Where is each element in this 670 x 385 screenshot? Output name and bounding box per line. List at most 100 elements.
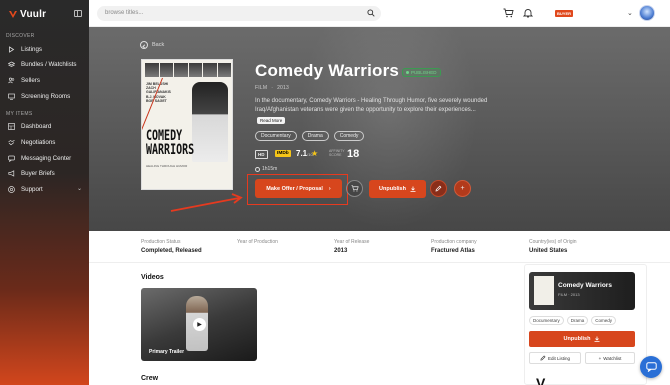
- runtime-value: 1h15m: [262, 166, 278, 172]
- read-more-button[interactable]: Read More: [257, 117, 286, 124]
- pencil-icon: [540, 355, 546, 361]
- video-card[interactable]: ▶ Primary Trailer: [141, 288, 257, 361]
- crew-heading: Crew: [141, 375, 159, 382]
- pencil-icon: [435, 185, 442, 192]
- chevron-right-icon: ›: [328, 185, 331, 192]
- star-icon: ★: [311, 149, 319, 158]
- sidebar-item-support[interactable]: Support ⌄: [8, 184, 84, 194]
- sidebar-item-label: Messaging Center: [21, 154, 72, 162]
- add-button[interactable]: +: [454, 180, 471, 197]
- title-hero: Back JIM BELUSHI ZACH GALIFIANAKIS B.J. …: [89, 27, 670, 231]
- info-value: United States: [529, 248, 568, 254]
- genre-tag[interactable]: Comedy: [333, 131, 365, 141]
- title-year: 2013: [277, 85, 290, 91]
- dashboard-icon: [8, 122, 15, 130]
- back-button[interactable]: Back: [140, 41, 164, 49]
- brand-name: Vuulr: [20, 8, 47, 20]
- imdb-rating-value: 7.1: [296, 149, 308, 158]
- status-dot-icon: [406, 71, 409, 74]
- annotation-arrow-icon: [170, 193, 243, 212]
- genre-tag[interactable]: Documentary: [529, 316, 564, 325]
- summary-meta: FILM · 2013: [558, 292, 580, 297]
- unpublish-button[interactable]: Unpublish: [369, 180, 426, 198]
- info-value: 2013: [334, 248, 348, 254]
- sidebar-item-buyer-briefs[interactable]: Buyer Briefs: [8, 168, 84, 178]
- chevron-down-icon: ⌄: [76, 186, 82, 192]
- sidebar-section-my-items: MY ITEMS: [6, 111, 33, 117]
- sidebar-section-discover: DISCOVER: [6, 33, 35, 39]
- chat-icon: [8, 155, 15, 162]
- top-bar: browse titles... BUYER ⌄: [89, 0, 670, 27]
- side-unpublish-button[interactable]: Unpublish: [529, 331, 635, 347]
- brand-logo[interactable]: Vuulr: [8, 8, 46, 20]
- edit-listing-button[interactable]: Edit Listing: [529, 352, 581, 364]
- sidebar-item-listings[interactable]: Listings: [8, 44, 84, 54]
- chat-bubble-icon: [645, 362, 657, 372]
- bell-icon[interactable]: [523, 8, 533, 18]
- info-value: Fractured Atlas: [431, 248, 475, 254]
- summary-poster: [534, 276, 554, 305]
- buyer-badge: BUYER: [555, 10, 574, 17]
- cart-icon[interactable]: [503, 8, 514, 18]
- status-badge: PUBLISHED: [402, 68, 441, 77]
- poster-title: COMEDY WARRIORS: [146, 128, 195, 158]
- imdb-badge: IMDb: [275, 150, 291, 157]
- search-placeholder: browse titles...: [105, 10, 144, 16]
- sidebar-item-label: Screening Rooms: [21, 92, 71, 100]
- sidebar-item-negotiations[interactable]: Negotiations: [8, 137, 84, 147]
- sidebar-item-sellers[interactable]: Sellers: [8, 75, 84, 85]
- info-label: Production Status: [141, 239, 181, 245]
- play-icon: [8, 45, 15, 53]
- search-input[interactable]: browse titles...: [97, 6, 381, 21]
- vuulr-logo-icon: [9, 11, 17, 18]
- sidebar-item-label: Buyer Briefs: [21, 169, 55, 177]
- genre-tag[interactable]: Documentary: [255, 131, 297, 141]
- cart-icon: [351, 185, 359, 192]
- title-description: In the documentary, Comedy Warriors - He…: [255, 98, 488, 113]
- genre-tag[interactable]: Drama: [566, 316, 589, 325]
- summary-genres: Documentary Drama Comedy: [529, 316, 617, 325]
- partial-heading: V: [536, 375, 546, 385]
- info-year-of-production: Year of Production: [237, 239, 278, 248]
- info-value: Completed, Released: [141, 248, 202, 254]
- watchlist-label: Watchlist: [603, 355, 622, 361]
- chat-support-button[interactable]: [640, 356, 662, 378]
- play-icon[interactable]: ▶: [193, 318, 206, 331]
- info-label: Country(ies) of Origin: [529, 239, 577, 245]
- sidebar-item-messaging-center[interactable]: Messaging Center: [8, 153, 84, 163]
- monitor-icon: [8, 93, 15, 100]
- genre-tag[interactable]: Comedy: [591, 316, 617, 325]
- poster-tagline: HEALING THROUGH HUMOR: [146, 164, 188, 168]
- unpublish-label: Unpublish: [563, 336, 591, 342]
- watchlist-button[interactable]: + Watchlist: [585, 352, 635, 364]
- edit-button[interactable]: [430, 180, 447, 197]
- genre-tags: Documentary Drama Comedy: [255, 131, 365, 141]
- sidebar-item-label: Dashboard: [21, 122, 52, 130]
- info-production-status: Production Status Completed, Released: [141, 239, 202, 254]
- sidebar-item-dashboard[interactable]: Dashboard: [8, 121, 84, 131]
- genre-tag[interactable]: Drama: [301, 131, 329, 141]
- handshake-icon: [8, 139, 15, 146]
- videos-heading: Videos: [141, 274, 164, 281]
- clock-icon: [255, 166, 260, 172]
- make-offer-label: Make Offer / Proposal: [266, 185, 323, 192]
- title-poster: JIM BELUSHI ZACH GALIFIANAKIS B.J. NOVAK…: [141, 59, 233, 190]
- add-to-cart-button[interactable]: [346, 180, 363, 197]
- account-menu-chevron-icon[interactable]: ⌄: [627, 9, 633, 17]
- sidebar-collapse-icon[interactable]: [74, 10, 82, 17]
- info-year-of-release: Year of Release 2013: [334, 239, 369, 254]
- avatar[interactable]: [639, 5, 655, 21]
- sidebar: Vuulr DISCOVER Listings Bundles / Watchl…: [0, 0, 89, 385]
- megaphone-icon: [8, 169, 15, 177]
- sidebar-item-screening-rooms[interactable]: Screening Rooms: [8, 91, 84, 101]
- search-icon[interactable]: [367, 9, 375, 17]
- plus-icon: +: [460, 185, 465, 192]
- make-offer-button[interactable]: Make Offer / Proposal ›: [255, 179, 342, 198]
- sidebar-item-label: Sellers: [21, 76, 40, 84]
- sidebar-item-label: Support: [21, 185, 43, 193]
- help-icon: [8, 185, 15, 193]
- sidebar-item-bundles[interactable]: Bundles / Watchlists: [7, 59, 84, 69]
- info-label: Production company: [431, 239, 477, 245]
- plus-icon: +: [598, 355, 602, 361]
- info-label: Year of Production: [237, 239, 278, 245]
